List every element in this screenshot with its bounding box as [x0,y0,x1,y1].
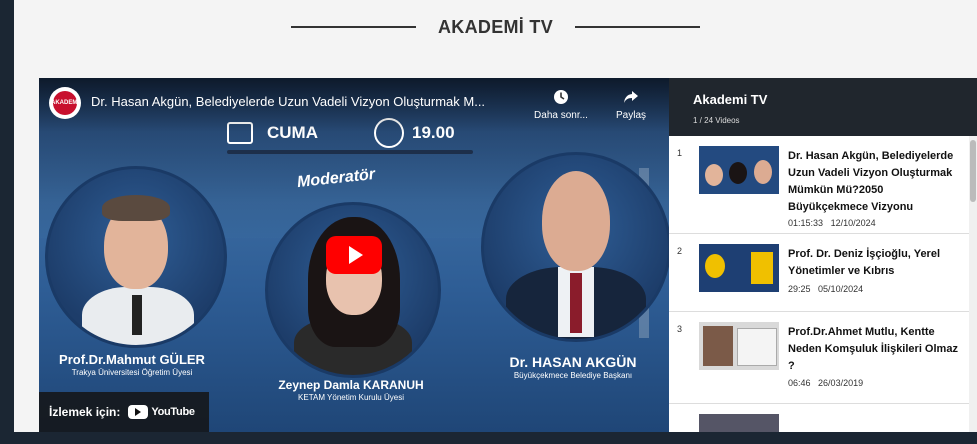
video-duration: 06:46 [788,378,811,388]
playlist-item-title[interactable]: Prof. Dr. Deniz İşçioğlu, Yerel Yönetiml… [788,246,964,280]
video-date: 12/10/2024 [830,218,876,228]
scrollbar-thumb[interactable] [970,140,976,202]
video-duration: 29:25 [788,284,811,294]
play-button[interactable] [326,236,382,274]
speaker-3-name: Dr. HASAN AKGÜN [509,354,637,370]
playlist-item-2[interactable]: 2 Prof. Dr. Deniz İşçioğlu, Yerel Yöneti… [669,234,977,312]
playlist-count: 1 / 24 Videos [693,116,740,125]
video-thumbnail[interactable] [699,244,779,292]
speaker-label-2: Zeynep Damla KARANUH KETAM Yönetim Kurul… [261,378,441,402]
youtube-wordmark: YouTube [151,406,195,418]
youtube-logo: YouTube [128,405,195,419]
speaker-3-title: Büyükçekmece Belediye Başkanı [513,371,633,380]
video-player[interactable]: CUMA 19.00 Prof.Dr.Mahmut GÜLER Trakya Ü… [39,78,669,432]
share-button[interactable]: Paylaş [595,88,667,121]
speaker-photo-1 [45,166,227,348]
video-title[interactable]: Dr. Hasan Akgün, Belediyelerde Uzun Vade… [91,94,531,109]
speaker-label-3: Dr. HASAN AKGÜN Büyükçekmece Belediye Ba… [479,354,667,380]
page-frame: AKADEMİ TV CUMA 19.00 Prof.Dr.Mahmut GÜL… [14,0,977,432]
speaker-3-tie [570,273,582,333]
video-date: 05/10/2024 [818,284,864,294]
watch-later-button[interactable]: Daha sonr... [525,88,597,121]
speaker-1-hair [102,195,170,221]
playlist-item-title[interactable]: Prof.Dr.Ahmet Mutlu, Kentte Neden Komşul… [788,324,964,375]
video-thumbnail[interactable] [699,414,779,432]
playlist-item-index: 1 [677,148,683,158]
playlist-item-index: 3 [677,324,683,334]
channel-avatar[interactable]: AKADEMİ [49,87,81,119]
speaker-label-1: Prof.Dr.Mahmut GÜLER Trakya Üniversitesi… [39,352,225,377]
speaker-1-title: Trakya Üniversitesi Öğretim Üyesi [71,368,193,377]
playlist-item-index: 2 [677,246,683,256]
watch-on-label: İzlemek için: [49,405,121,419]
section-title: AKADEMİ TV [438,16,553,37]
playlist-title[interactable]: Akademi TV [693,92,977,107]
speaker-2-name: Zeynep Damla KARANUH [278,378,424,392]
speaker-3-face [542,171,610,271]
video-thumbnail[interactable] [699,322,779,370]
video-duration: 01:15:33 [788,218,824,228]
schedule-underline [227,150,473,154]
playlist-item-1[interactable]: 1 Dr. Hasan Akgün, Belediyelerde Uzun Va… [669,136,977,234]
playlist-panel: Akademi TV 1 / 24 Videos 1 Dr. Hasan Akg… [669,78,977,432]
playlist-item-meta: 01:15:33 12/10/2024 [788,218,876,228]
watch-on-youtube[interactable]: İzlemek için: YouTube [39,392,209,432]
heading-rule-right [575,26,700,28]
clock-icon [525,88,597,106]
playlist-scrollbar[interactable] [969,136,977,432]
playlist-item-partial[interactable] [669,404,977,432]
channel-logo-text: AKADEMİ [51,91,79,115]
play-icon [348,246,363,264]
video-date: 26/03/2019 [818,378,864,388]
speaker-1-name: Prof.Dr.Mahmut GÜLER [59,352,205,367]
playlist-item-3[interactable]: 3 Prof.Dr.Ahmet Mutlu, Kentte Neden Komş… [669,312,977,404]
player-top-bar: AKADEMİ Dr. Hasan Akgün, Belediyelerde U… [39,78,669,132]
speaker-1-tie [132,295,142,335]
playlist-item-title[interactable]: Dr. Hasan Akgün, Belediyelerde Uzun Vade… [788,148,964,216]
youtube-play-icon [128,405,149,419]
speaker-photo-3 [481,152,669,342]
speaker-2-title: KETAM Yönetim Kurulu Üyesi [298,393,404,402]
playlist-item-meta: 06:46 26/03/2019 [788,378,863,388]
playlist-header: Akademi TV 1 / 24 Videos [669,78,977,136]
share-arrow-icon [595,88,667,106]
share-label: Paylaş [615,110,646,121]
heading-rule-left [291,26,416,28]
speaker-photo-2 [265,202,441,378]
playlist-item-meta: 29:25 05/10/2024 [788,284,863,294]
watch-later-label: Daha sonr... [534,110,588,121]
video-thumbnail[interactable] [699,146,779,194]
section-heading: AKADEMİ TV [14,12,977,42]
